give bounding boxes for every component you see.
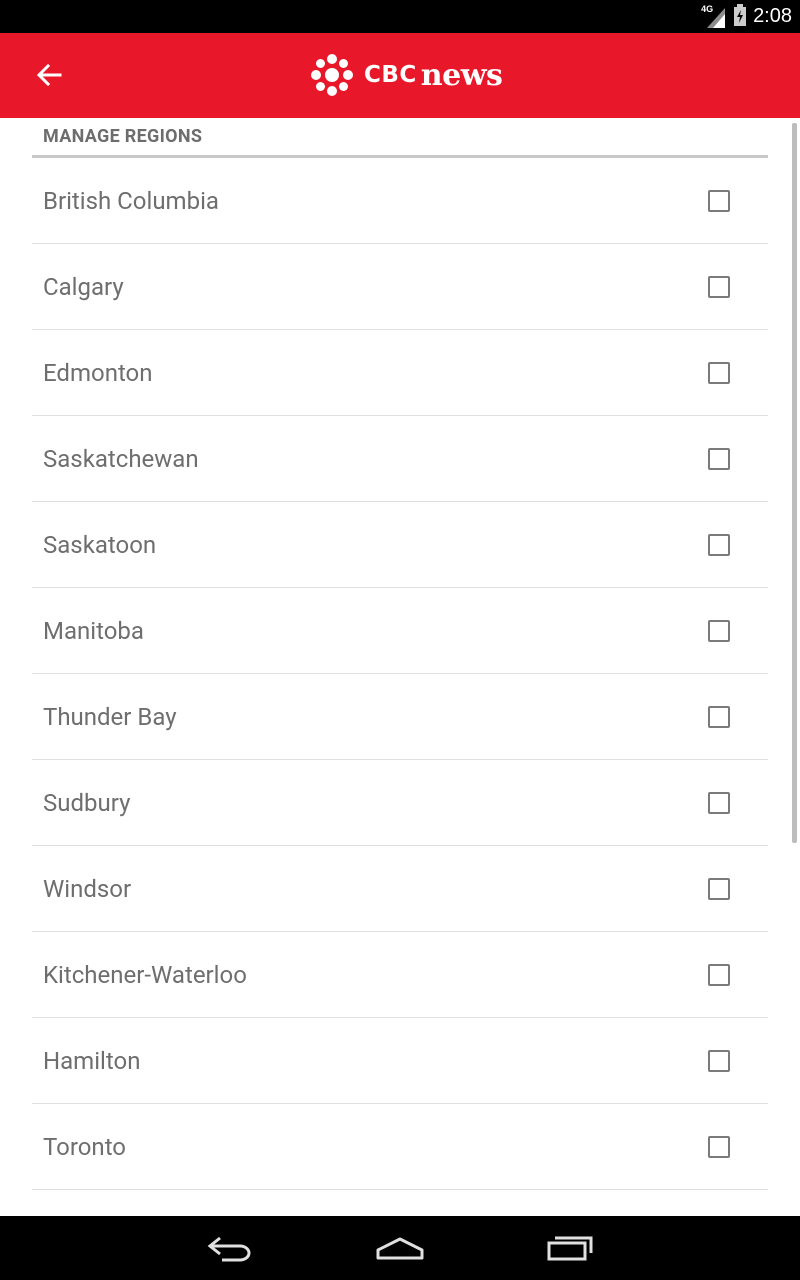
region-checkbox[interactable]	[708, 877, 730, 900]
region-checkbox[interactable]	[708, 189, 730, 212]
region-row[interactable]: Hamilton	[32, 1018, 768, 1104]
status-bar: 4G 2:08	[0, 0, 800, 33]
region-label: Sudbury	[43, 788, 131, 817]
region-checkbox[interactable]	[708, 619, 730, 642]
back-button[interactable]	[22, 53, 76, 97]
region-label: Toronto	[43, 1132, 126, 1161]
nav-back-icon	[207, 1236, 251, 1262]
region-label: Hamilton	[43, 1046, 141, 1075]
manage-regions-list[interactable]: MANAGE REGIONS British Columbia Calgary Ed…	[32, 118, 768, 1216]
nav-home-icon	[376, 1237, 424, 1260]
logo-cbc-text: CBC	[364, 62, 417, 88]
region-row[interactable]: British Columbia	[32, 158, 768, 244]
region-label: Calgary	[43, 272, 124, 301]
signal-icon: 4G	[701, 3, 727, 28]
region-label: Edmonton	[43, 358, 153, 387]
app-bar: CBC news	[0, 33, 800, 118]
navigation-bar	[0, 1216, 800, 1280]
nav-recents-button[interactable]	[535, 1228, 605, 1268]
region-row[interactable]: Windsor	[32, 846, 768, 932]
region-checkbox[interactable]	[708, 705, 730, 728]
region-checkbox[interactable]	[708, 1135, 730, 1158]
logo-news-text: news	[420, 57, 503, 93]
cbc-news-logo: CBC news	[310, 53, 503, 97]
scrollbar[interactable]	[792, 123, 797, 843]
region-row[interactable]: Kitchener-Waterloo	[32, 932, 768, 1018]
back-arrow-icon	[36, 64, 62, 86]
region-row[interactable]: Manitoba	[32, 588, 768, 674]
region-checkbox[interactable]	[708, 791, 730, 814]
region-list: British Columbia Calgary Edmonton Saskatche…	[32, 158, 768, 1190]
network-type-label: 4G	[701, 3, 714, 14]
nav-home-button[interactable]	[365, 1228, 435, 1268]
status-time: 2:08	[753, 5, 792, 27]
section-title: MANAGE REGIONS	[32, 118, 768, 158]
nav-recents-icon	[547, 1236, 593, 1261]
region-label: Thunder Bay	[43, 702, 177, 731]
region-checkbox[interactable]	[708, 361, 730, 384]
battery-icon	[733, 3, 747, 30]
region-checkbox[interactable]	[708, 1049, 730, 1072]
region-row[interactable]: Edmonton	[32, 330, 768, 416]
region-checkbox[interactable]	[708, 275, 730, 298]
region-checkbox[interactable]	[708, 447, 730, 470]
region-label: Windsor	[43, 874, 132, 903]
region-checkbox[interactable]	[708, 963, 730, 986]
region-label: Kitchener-Waterloo	[43, 960, 247, 989]
region-row[interactable]: Saskatoon	[32, 502, 768, 588]
cbc-gem-icon	[311, 54, 353, 96]
region-label: British Columbia	[43, 186, 219, 215]
status-icons: 4G 2:08	[701, 0, 792, 33]
region-row[interactable]: Sudbury	[32, 760, 768, 846]
region-checkbox[interactable]	[708, 533, 730, 556]
region-row[interactable]: Saskatchewan	[32, 416, 768, 502]
region-row[interactable]: Calgary	[32, 244, 768, 330]
region-label: Saskatoon	[43, 530, 157, 559]
region-label: Saskatchewan	[43, 444, 199, 473]
region-row[interactable]: Thunder Bay	[32, 674, 768, 760]
region-row[interactable]: Toronto	[32, 1104, 768, 1190]
nav-back-button[interactable]	[195, 1228, 265, 1268]
region-label: Manitoba	[43, 616, 144, 645]
